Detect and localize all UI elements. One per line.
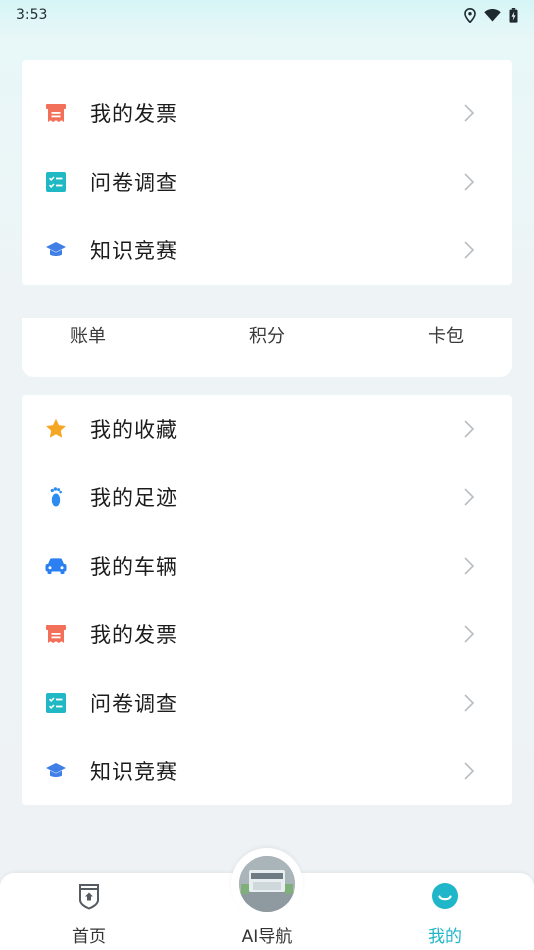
graduation-cap-icon <box>44 759 68 783</box>
invoice-icon <box>44 622 68 646</box>
location-icon <box>464 7 476 23</box>
ai-nav-avatar[interactable] <box>239 856 295 912</box>
account-shortcuts-card: 账单 积分 卡包 <box>22 318 512 377</box>
tab-label: 首页 <box>72 927 106 947</box>
chevron-right-icon <box>464 420 475 438</box>
home-shield-icon <box>79 884 99 910</box>
bill-link[interactable]: 账单 <box>70 322 106 348</box>
chevron-right-icon <box>464 488 475 506</box>
ai-nav-scene-image <box>239 856 295 912</box>
battery-icon <box>509 7 518 23</box>
chevron-right-icon <box>464 173 475 191</box>
menu-item-favorites[interactable]: 我的收藏 <box>22 395 512 463</box>
menu-item-vehicles[interactable]: 我的车辆 <box>22 532 512 600</box>
chevron-right-icon <box>464 557 475 575</box>
graduation-cap-icon <box>44 238 68 262</box>
bottom-menu-card: 我的收藏 我的足迹 我的车辆 我的发票 问卷调查 知识竞赛 <box>22 395 512 805</box>
chevron-right-icon <box>464 625 475 643</box>
menu-item-survey[interactable]: 问卷调查 <box>22 669 512 737</box>
menu-item-label: 我的收藏 <box>90 418 178 442</box>
chevron-right-icon <box>464 104 475 122</box>
status-bar: 3:53 <box>0 0 534 30</box>
profile-smile-icon <box>432 883 458 909</box>
menu-item-invoice[interactable]: 我的发票 <box>22 79 512 147</box>
points-link[interactable]: 积分 <box>249 322 285 348</box>
menu-item-invoice[interactable]: 我的发票 <box>22 600 512 668</box>
menu-item-label: 我的发票 <box>90 623 178 647</box>
wifi-icon <box>484 9 501 22</box>
menu-item-survey[interactable]: 问卷调查 <box>22 148 512 216</box>
tab-label: AI导航 <box>241 927 293 947</box>
survey-icon <box>44 170 68 194</box>
menu-item-label: 问卷调查 <box>90 692 178 716</box>
menu-item-label: 我的车辆 <box>90 555 178 579</box>
car-icon <box>44 554 68 578</box>
tab-label: 我的 <box>428 927 462 947</box>
menu-item-history[interactable]: 我的足迹 <box>22 463 512 531</box>
tab-home[interactable]: 首页 <box>29 873 149 950</box>
tab-profile[interactable]: 我的 <box>385 873 505 950</box>
menu-item-label: 知识竞赛 <box>90 760 178 784</box>
star-icon <box>44 417 68 441</box>
status-icons <box>464 7 518 23</box>
invoice-icon <box>44 101 68 125</box>
top-menu-card: 我的发票 问卷调查 知识竞赛 <box>22 60 512 285</box>
survey-icon <box>44 691 68 715</box>
card-wallet-link[interactable]: 卡包 <box>428 322 464 348</box>
status-time: 3:53 <box>16 7 48 23</box>
menu-item-label: 知识竞赛 <box>90 239 178 263</box>
menu-item-quiz[interactable]: 知识竞赛 <box>22 216 512 284</box>
menu-item-label: 我的足迹 <box>90 486 178 510</box>
menu-item-quiz[interactable]: 知识竞赛 <box>22 737 512 805</box>
menu-item-label: 我的发票 <box>90 102 178 126</box>
chevron-right-icon <box>464 241 475 259</box>
footprint-icon <box>44 485 68 509</box>
chevron-right-icon <box>464 694 475 712</box>
chevron-right-icon <box>464 762 475 780</box>
menu-item-label: 问卷调查 <box>90 171 178 195</box>
